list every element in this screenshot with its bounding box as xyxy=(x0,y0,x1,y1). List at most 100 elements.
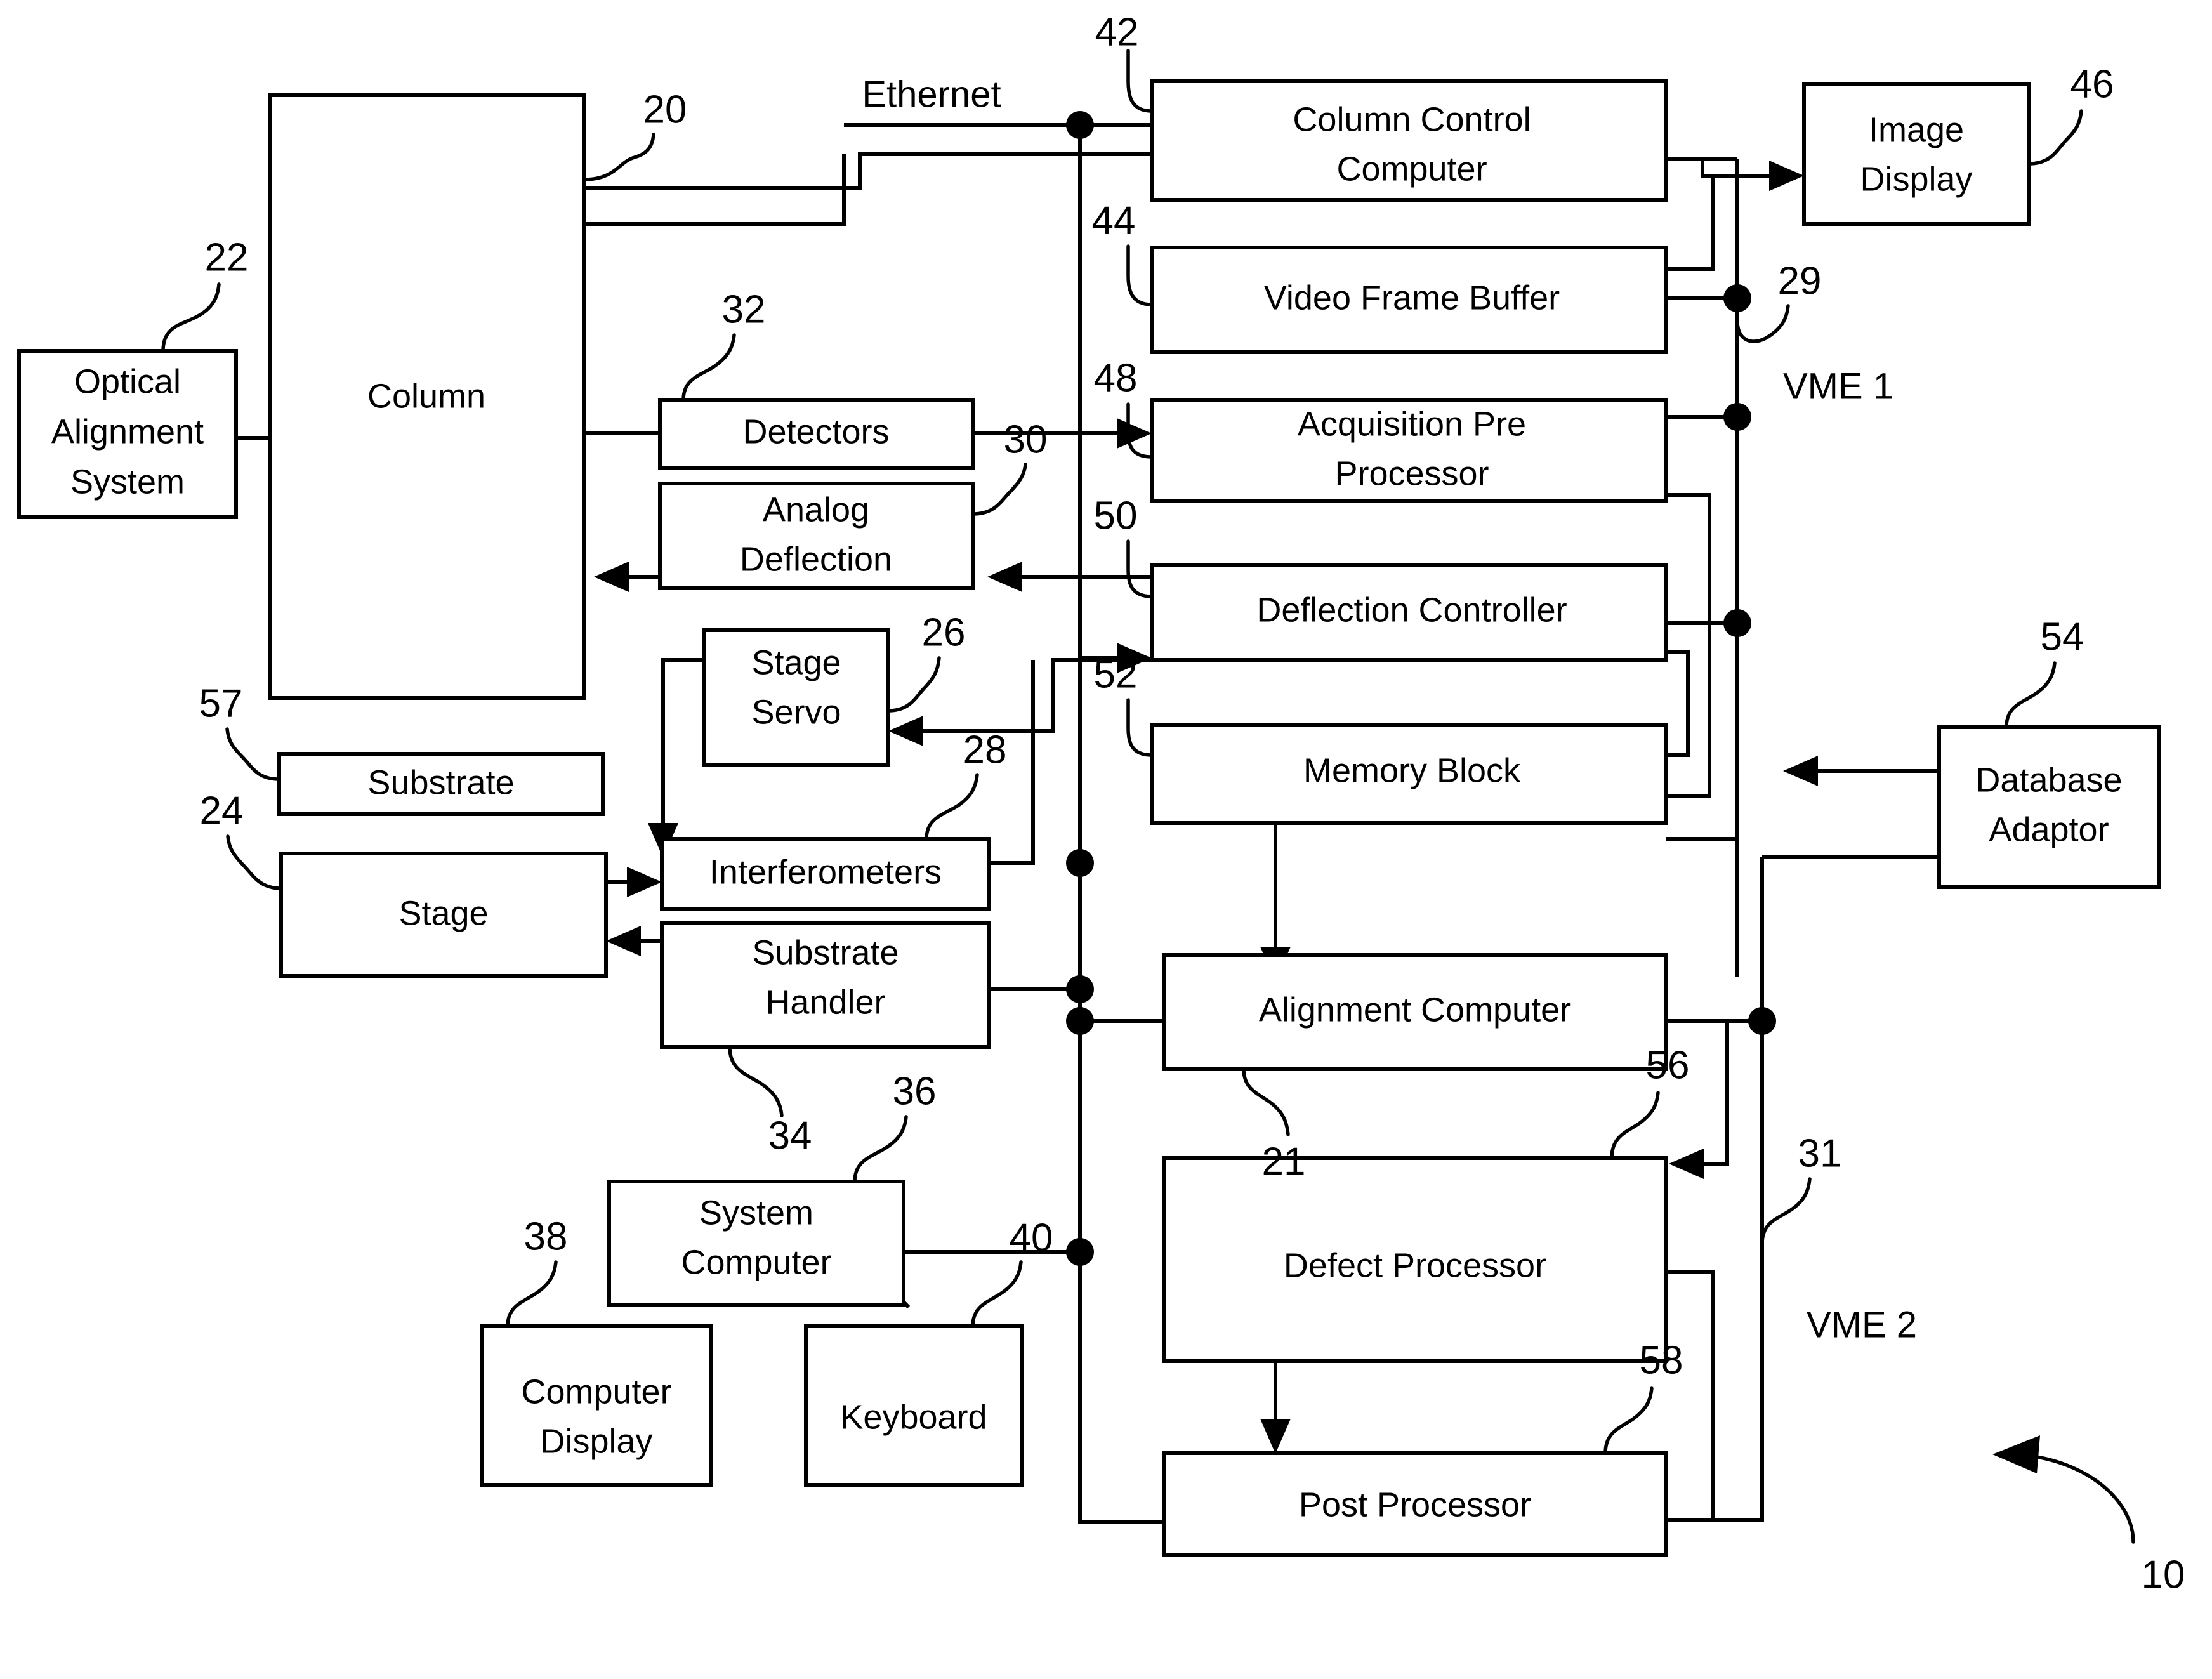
block-stage-servo-line2: Servo xyxy=(751,693,841,731)
junction-dot-vme2-alignment xyxy=(1748,1007,1776,1035)
block-keyboard-label: Keyboard xyxy=(840,1398,987,1436)
ref-48: 48 xyxy=(1094,356,1138,400)
junction-dot-vme1-vfb xyxy=(1723,284,1751,312)
block-column-control-line2: Computer xyxy=(1336,150,1487,188)
arrowhead-stage-interf xyxy=(627,867,662,897)
leader-54 xyxy=(2005,661,2057,729)
ref-54: 54 xyxy=(2041,615,2084,659)
block-alignment-computer-label: Alignment Computer xyxy=(1259,991,1571,1029)
block-interferometers-label: Interferometers xyxy=(709,853,942,891)
leader-57 xyxy=(225,727,281,781)
leader-50 xyxy=(1126,539,1154,598)
leader-22 xyxy=(161,282,221,353)
block-diagram-canvas: Column Optical Alignment System Detector… xyxy=(17,10,2185,1597)
leader-24 xyxy=(226,834,283,890)
block-memory-block-label: Memory Block xyxy=(1303,751,1521,789)
ref-20: 20 xyxy=(643,88,687,131)
patent-figure: Column Optical Alignment System Detector… xyxy=(0,0,2212,1679)
ref-42: 42 xyxy=(1095,10,1139,54)
block-stage-label: Stage xyxy=(398,894,488,932)
wire-defect-to-vme2 xyxy=(1666,1270,1715,1520)
block-database-adaptor[interactable] xyxy=(1937,725,2161,889)
ref-24: 24 xyxy=(200,789,244,833)
block-system-computer-line2: Computer xyxy=(681,1243,831,1281)
ref-22: 22 xyxy=(205,235,249,279)
leader-20 xyxy=(582,133,655,181)
ref-52: 52 xyxy=(1094,652,1138,696)
leader-29 xyxy=(1735,304,1790,343)
block-image-display-line2: Display xyxy=(1860,160,1972,198)
ref-21: 21 xyxy=(1262,1140,1306,1183)
leader-42 xyxy=(1126,49,1154,113)
arrowhead-ccc-imagedisplay xyxy=(1769,161,1804,191)
leader-40 xyxy=(971,1260,1023,1328)
ref-34: 34 xyxy=(768,1114,812,1157)
arrowhead-handler-stage xyxy=(606,926,641,956)
block-acquisition-pre-line1: Acquisition Pre xyxy=(1298,405,1526,443)
ref-56: 56 xyxy=(1646,1043,1690,1087)
block-column-control-line1: Column Control xyxy=(1293,100,1531,138)
leader-44 xyxy=(1126,244,1154,306)
block-image-display-line1: Image xyxy=(1869,110,1964,148)
leader-21 xyxy=(1242,1067,1290,1136)
block-optical-alignment-line3: System xyxy=(70,463,185,501)
block-detectors-label: Detectors xyxy=(742,412,889,451)
ref-31: 31 xyxy=(1798,1131,1842,1175)
wire-vfb-to-imagedisplay xyxy=(1666,176,1715,271)
wire-deflctrl-right-drop xyxy=(1666,650,1690,757)
block-computer-display-line1: Computer xyxy=(521,1373,671,1411)
block-post-processor-label: Post Processor xyxy=(1299,1485,1531,1524)
block-system-computer-line1: System xyxy=(699,1194,813,1232)
block-computer-display-line2: Display xyxy=(540,1422,652,1460)
leader-10 xyxy=(2035,1455,2135,1544)
leader-34 xyxy=(728,1045,784,1117)
junction-dot-ethernet xyxy=(1066,111,1094,139)
block-defect-processor-label: Defect Processor xyxy=(1284,1246,1546,1284)
label-vme2: VME 2 xyxy=(1807,1304,1917,1345)
leader-58 xyxy=(1603,1386,1654,1455)
ref-46: 46 xyxy=(2070,62,2114,106)
wire-alignment-to-defect xyxy=(1688,1021,1729,1166)
leader-31 xyxy=(1760,1177,1812,1246)
arrowhead-defect-post xyxy=(1260,1419,1291,1454)
block-deflection-controller-label: Deflection Controller xyxy=(1256,591,1567,629)
block-image-display[interactable] xyxy=(1802,82,2031,226)
ref-32: 32 xyxy=(722,287,766,331)
block-analog-deflection-line1: Analog xyxy=(763,491,869,529)
ref-58: 58 xyxy=(1640,1338,1683,1382)
ref-10: 10 xyxy=(2142,1553,2185,1597)
leader-38 xyxy=(506,1260,558,1328)
ref-40: 40 xyxy=(1010,1216,1053,1260)
leader-52 xyxy=(1126,698,1154,757)
label-vme1: VME 1 xyxy=(1783,365,1893,407)
ref-29: 29 xyxy=(1778,259,1822,303)
arrowhead-analog-column xyxy=(594,562,629,592)
block-acquisition-pre-line2: Processor xyxy=(1334,454,1489,492)
junction-dot-vme1-acq xyxy=(1723,403,1751,431)
ref-44: 44 xyxy=(1092,199,1136,242)
ref-26: 26 xyxy=(922,610,966,654)
leader-36 xyxy=(853,1115,908,1183)
junction-dot-interf-bus xyxy=(1066,849,1094,877)
block-substrate-handler-line1: Substrate xyxy=(752,933,899,971)
ref-57: 57 xyxy=(199,681,243,725)
leader-30 xyxy=(971,463,1027,516)
leader-32 xyxy=(681,333,736,402)
label-ethernet: Ethernet xyxy=(862,74,1001,115)
leader-26 xyxy=(886,656,941,713)
leader-28 xyxy=(925,773,979,841)
arrowhead-dbadaptor-memory xyxy=(1783,756,1818,786)
block-optical-alignment-line1: Optical xyxy=(74,362,181,400)
leader-46 xyxy=(2027,109,2083,166)
arrowhead-detectors-acq xyxy=(1117,418,1152,449)
wire-column-to-ethernet xyxy=(584,152,1152,190)
leader-56 xyxy=(1610,1091,1660,1160)
junction-dot-handler-bus xyxy=(1066,975,1094,1003)
ref-38: 38 xyxy=(524,1215,568,1258)
block-stage-servo-line1: Stage xyxy=(751,643,841,681)
arrowhead-alignment-defect xyxy=(1669,1149,1704,1179)
block-analog-deflection-line2: Deflection xyxy=(740,540,892,578)
junction-dot-syscomputer-bus xyxy=(1066,1238,1094,1266)
arrowhead-deflctrl-analog xyxy=(987,562,1022,592)
ref-36: 36 xyxy=(893,1069,937,1113)
